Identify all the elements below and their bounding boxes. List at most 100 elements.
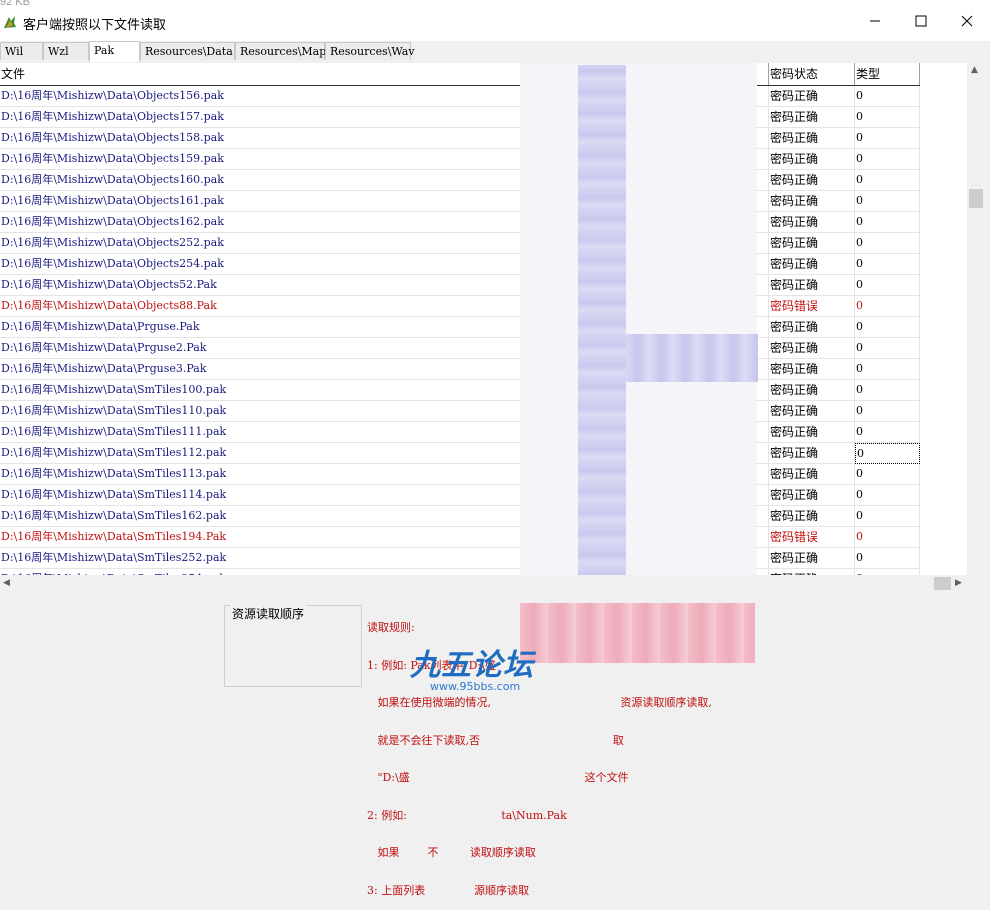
cell-file[interactable]: D:\16周年\Mishizw\Data\SmTiles111.pak <box>0 422 567 443</box>
cell-type[interactable]: 0 <box>855 254 920 275</box>
minimize-button[interactable] <box>852 0 898 41</box>
cell-status[interactable]: 密码正确 <box>769 443 855 464</box>
cell-status[interactable]: 密码正确 <box>769 275 855 296</box>
table-row[interactable]: D:\16周年\Mishizw\Data\SmTiles252.pak 密码正确 0 <box>0 548 920 569</box>
cell-type[interactable]: 0 <box>855 86 920 107</box>
cell-status[interactable]: 密码错误 <box>769 296 855 317</box>
cell-type[interactable]: 0 <box>855 191 920 212</box>
cell-status[interactable]: 密码错误 <box>769 527 855 548</box>
cell-status[interactable]: 密码正确 <box>769 380 855 401</box>
cell-file[interactable]: D:\16周年\Mishizw\Data\SmTiles194.Pak <box>0 527 567 548</box>
cell-type[interactable]: 0 <box>855 506 920 527</box>
cell-status[interactable]: 密码正确 <box>769 149 855 170</box>
cell-status[interactable]: 密码正确 <box>769 422 855 443</box>
horizontal-scroll-thumb[interactable] <box>934 577 951 590</box>
cell-type[interactable]: 0 <box>855 548 920 569</box>
cell-type[interactable]: 0 <box>855 233 920 254</box>
cell-type[interactable]: 0 <box>855 170 920 191</box>
cell-type[interactable]: 0 <box>855 275 920 296</box>
cell-file[interactable]: D:\16周年\Mishizw\Data\Objects160.pak <box>0 170 567 191</box>
table-row[interactable]: D:\16周年\Mishizw\Data\Objects156.pak 密码正确 0 <box>0 86 920 107</box>
scroll-left-icon[interactable]: ◀ <box>3 578 10 588</box>
cell-type[interactable]: 0 <box>855 401 920 422</box>
cell-file[interactable]: D:\16周年\Mishizw\Data\SmTiles113.pak <box>0 464 567 485</box>
close-button[interactable] <box>944 0 990 41</box>
cell-file[interactable]: D:\16周年\Mishizw\Data\Objects159.pak <box>0 149 567 170</box>
cell-status[interactable]: 密码正确 <box>769 506 855 527</box>
cell-status[interactable]: 密码正确 <box>769 485 855 506</box>
cell-type[interactable]: 0 <box>855 380 920 401</box>
table-row[interactable]: D:\16周年\Mishizw\Data\Objects88.Pak 密码错误 0 <box>0 296 920 317</box>
cell-status[interactable]: 密码正确 <box>769 191 855 212</box>
cell-file[interactable]: D:\16周年\Mishizw\Data\Objects157.pak <box>0 107 567 128</box>
cell-file[interactable]: D:\16周年\Mishizw\Data\SmTiles114.pak <box>0 485 567 506</box>
table-row[interactable]: D:\16周年\Mishizw\Data\SmTiles113.pak 密码正确 0 <box>0 464 920 485</box>
cell-status[interactable]: 密码正确 <box>769 317 855 338</box>
cell-file[interactable]: D:\16周年\Mishizw\Data\SmTiles252.pak <box>0 548 567 569</box>
table-row[interactable]: D:\16周年\Mishizw\Data\SmTiles194.Pak 密码错误 0 <box>0 527 920 548</box>
cell-file[interactable]: D:\16周年\Mishizw\Data\SmTiles110.pak <box>0 401 567 422</box>
cell-status[interactable]: 密码正确 <box>769 548 855 569</box>
cell-file[interactable]: D:\16周年\Mishizw\Data\SmTiles162.pak <box>0 506 567 527</box>
cell-status[interactable]: 密码正确 <box>769 128 855 149</box>
cell-status[interactable]: 密码正确 <box>769 233 855 254</box>
tab-resources-data[interactable]: Resources\Data <box>140 42 235 60</box>
cell-file[interactable]: D:\16周年\Mishizw\Data\Prguse.Pak <box>0 317 567 338</box>
cell-type[interactable]: 0 <box>855 212 920 233</box>
table-row[interactable]: D:\16周年\Mishizw\Data\SmTiles100.pak 密码正确 0 <box>0 380 920 401</box>
cell-file[interactable]: D:\16周年\Mishizw\Data\Objects161.pak <box>0 191 567 212</box>
tab-wzl[interactable]: Wzl <box>43 42 89 60</box>
cell-file[interactable]: D:\16周年\Mishizw\Data\Objects162.pak <box>0 212 567 233</box>
cell-status[interactable]: 密码正确 <box>769 359 855 380</box>
column-header-file[interactable]: 文件 <box>0 63 567 85</box>
table-row[interactable]: D:\16周年\Mishizw\Data\Prguse.Pak 密码正确 0 <box>0 317 920 338</box>
table-row[interactable]: D:\16周年\Mishizw\Data\SmTiles114.pak 密码正确 0 <box>0 485 920 506</box>
cell-status[interactable]: 密码正确 <box>769 254 855 275</box>
maximize-button[interactable] <box>898 0 944 41</box>
table-row[interactable]: D:\16周年\Mishizw\Data\Prguse3.Pak 密码正确 0 <box>0 359 920 380</box>
cell-type[interactable]: 0 <box>855 485 920 506</box>
column-header-status[interactable]: 密码状态 <box>769 63 855 85</box>
cell-type[interactable]: 0 <box>855 527 920 548</box>
cell-type[interactable]: 0 <box>855 422 920 443</box>
cell-status[interactable]: 密码正确 <box>769 170 855 191</box>
table-row[interactable]: D:\16周年\Mishizw\Data\Objects157.pak 密码正确 0 <box>0 107 920 128</box>
cell-file[interactable]: D:\16周年\Mishizw\Data\Objects88.Pak <box>0 296 567 317</box>
tab-wil[interactable]: Wil <box>0 42 43 60</box>
table-row[interactable]: D:\16周年\Mishizw\Data\Objects252.pak 密码正确 0 <box>0 233 920 254</box>
table-row[interactable]: D:\16周年\Mishizw\Data\SmTiles162.pak 密码正确 0 <box>0 506 920 527</box>
file-table[interactable]: 文件 密码状态 类型 D:\16周年\Mishizw\Data\Objects1… <box>0 63 970 575</box>
horizontal-scrollbar[interactable]: ◀ ▶ <box>0 575 967 592</box>
cell-type[interactable]: 0 <box>855 128 920 149</box>
scroll-up-icon[interactable]: ▲ <box>971 65 978 75</box>
cell-type[interactable]: 0 <box>855 317 920 338</box>
table-row[interactable]: D:\16周年\Mishizw\Data\SmTiles112.pak 密码正确 0 <box>0 443 920 464</box>
column-header-type[interactable]: 类型 <box>855 63 920 85</box>
cell-status[interactable]: 密码正确 <box>769 107 855 128</box>
tab-pak[interactable]: Pak <box>89 41 140 62</box>
cell-file[interactable]: D:\16周年\Mishizw\Data\Objects52.Pak <box>0 275 567 296</box>
vertical-scroll-thumb[interactable] <box>969 189 983 208</box>
scroll-right-icon[interactable]: ▶ <box>955 578 962 588</box>
cell-type[interactable]: 0 <box>855 359 920 380</box>
cell-type[interactable]: 0 <box>855 149 920 170</box>
table-row[interactable]: D:\16周年\Mishizw\Data\Objects161.pak 密码正确 0 <box>0 191 920 212</box>
table-row[interactable]: D:\16周年\Mishizw\Data\Objects162.pak 密码正确 0 <box>0 212 920 233</box>
table-row[interactable]: D:\16周年\Mishizw\Data\Objects159.pak 密码正确 0 <box>0 149 920 170</box>
table-row[interactable]: D:\16周年\Mishizw\Data\SmTiles111.pak 密码正确 0 <box>0 422 920 443</box>
cell-status[interactable]: 密码正确 <box>769 212 855 233</box>
table-row[interactable]: D:\16周年\Mishizw\Data\Prguse2.Pak 密码正确 0 <box>0 338 920 359</box>
table-row[interactable]: D:\16周年\Mishizw\Data\Objects52.Pak 密码正确 0 <box>0 275 920 296</box>
tab-resources-map[interactable]: Resources\Map <box>235 42 326 60</box>
table-row[interactable]: D:\16周年\Mishizw\Data\Objects158.pak 密码正确 0 <box>0 128 920 149</box>
vertical-scrollbar[interactable]: ▲ <box>967 63 984 575</box>
cell-type[interactable]: 0 <box>855 443 920 464</box>
cell-status[interactable]: 密码正确 <box>769 464 855 485</box>
cell-type[interactable]: 0 <box>855 296 920 317</box>
cell-file[interactable]: D:\16周年\Mishizw\Data\SmTiles100.pak <box>0 380 567 401</box>
cell-status[interactable]: 密码正确 <box>769 86 855 107</box>
cell-type[interactable]: 0 <box>855 107 920 128</box>
table-row[interactable]: D:\16周年\Mishizw\Data\Objects254.pak 密码正确 0 <box>0 254 920 275</box>
cell-file[interactable]: D:\16周年\Mishizw\Data\Objects156.pak <box>0 86 567 107</box>
cell-file[interactable]: D:\16周年\Mishizw\Data\Prguse2.Pak <box>0 338 567 359</box>
